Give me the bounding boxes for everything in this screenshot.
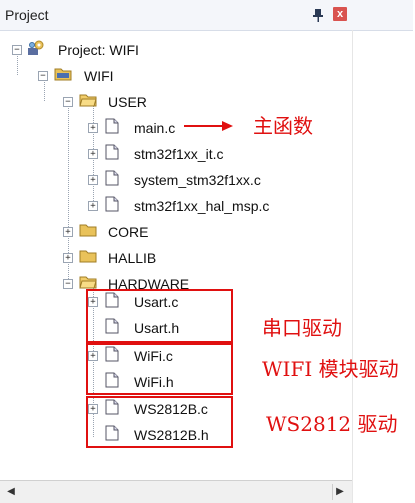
collapse-toggle-icon[interactable]: −	[63, 279, 73, 289]
annotation-wifi: WIFI 模块驱动	[262, 357, 399, 381]
collapse-toggle-icon[interactable]: −	[63, 97, 73, 107]
tree-item-label: HALLIB	[108, 250, 157, 266]
expand-toggle-icon[interactable]: +	[88, 123, 98, 133]
close-icon[interactable]: x	[333, 7, 347, 21]
project-tree: − Project: WIFI − WIFI − USER + main.c +…	[0, 30, 413, 480]
expand-toggle-icon[interactable]: +	[63, 227, 73, 237]
tree-item-label: system_stm32f1xx.c	[134, 172, 261, 188]
file-icon	[105, 144, 121, 160]
tree-item-file-system[interactable]: + system_stm32f1xx.c	[0, 168, 300, 192]
tree-item-label: WIFI	[84, 68, 114, 84]
tree-item-project[interactable]: − Project: WIFI	[0, 38, 350, 62]
highlight-box-ws2812	[86, 396, 233, 448]
tree-item-label: USER	[108, 94, 147, 110]
tree-item-group-core[interactable]: + CORE	[0, 220, 200, 244]
folder-icon	[79, 223, 97, 239]
project-gear-icon	[27, 40, 44, 56]
scroll-right-button[interactable]: ▶	[332, 484, 347, 500]
expand-toggle-icon[interactable]: +	[63, 253, 73, 263]
annotation-main: 主函数	[253, 114, 313, 138]
file-icon	[105, 170, 121, 186]
annotation-arrow-icon	[184, 121, 233, 131]
scroll-left-button[interactable]: ◀	[4, 484, 18, 500]
expand-toggle-icon[interactable]: +	[88, 175, 98, 185]
tree-item-file-it[interactable]: + stm32f1xx_it.c	[0, 142, 260, 166]
file-icon	[105, 118, 121, 134]
tree-item-label: stm32f1xx_it.c	[134, 146, 224, 162]
expand-toggle-icon[interactable]: +	[88, 201, 98, 211]
panel-title: Project	[5, 7, 49, 23]
tree-item-label: Project: WIFI	[58, 42, 139, 58]
highlight-box-usart	[86, 289, 233, 343]
folder-icon	[79, 249, 97, 265]
tree-item-target[interactable]: − WIFI	[0, 64, 350, 88]
tree-item-group-hallib[interactable]: + HALLIB	[0, 246, 200, 270]
annotation-usart: 串口驱动	[262, 316, 342, 340]
expand-toggle-icon[interactable]: +	[88, 149, 98, 159]
tree-item-label: main.c	[134, 120, 176, 136]
target-folder-icon	[54, 67, 72, 83]
horizontal-scrollbar[interactable]: ◀ ▶	[0, 480, 352, 503]
tree-item-label: CORE	[108, 224, 149, 240]
collapse-toggle-icon[interactable]: −	[38, 71, 48, 81]
file-icon	[105, 196, 121, 212]
scroll-thumb[interactable]	[20, 485, 328, 499]
tree-item-file-msp[interactable]: + stm32f1xx_hal_msp.c	[0, 194, 310, 218]
highlight-box-wifi	[86, 343, 233, 395]
panel-header: Project x	[0, 0, 413, 31]
annotation-ws2812: WS2812 驱动	[266, 412, 398, 436]
tree-item-label: stm32f1xx_hal_msp.c	[134, 198, 270, 214]
collapse-toggle-icon[interactable]: −	[12, 45, 22, 55]
pin-icon[interactable]	[312, 8, 324, 22]
folder-open-icon	[79, 93, 97, 109]
